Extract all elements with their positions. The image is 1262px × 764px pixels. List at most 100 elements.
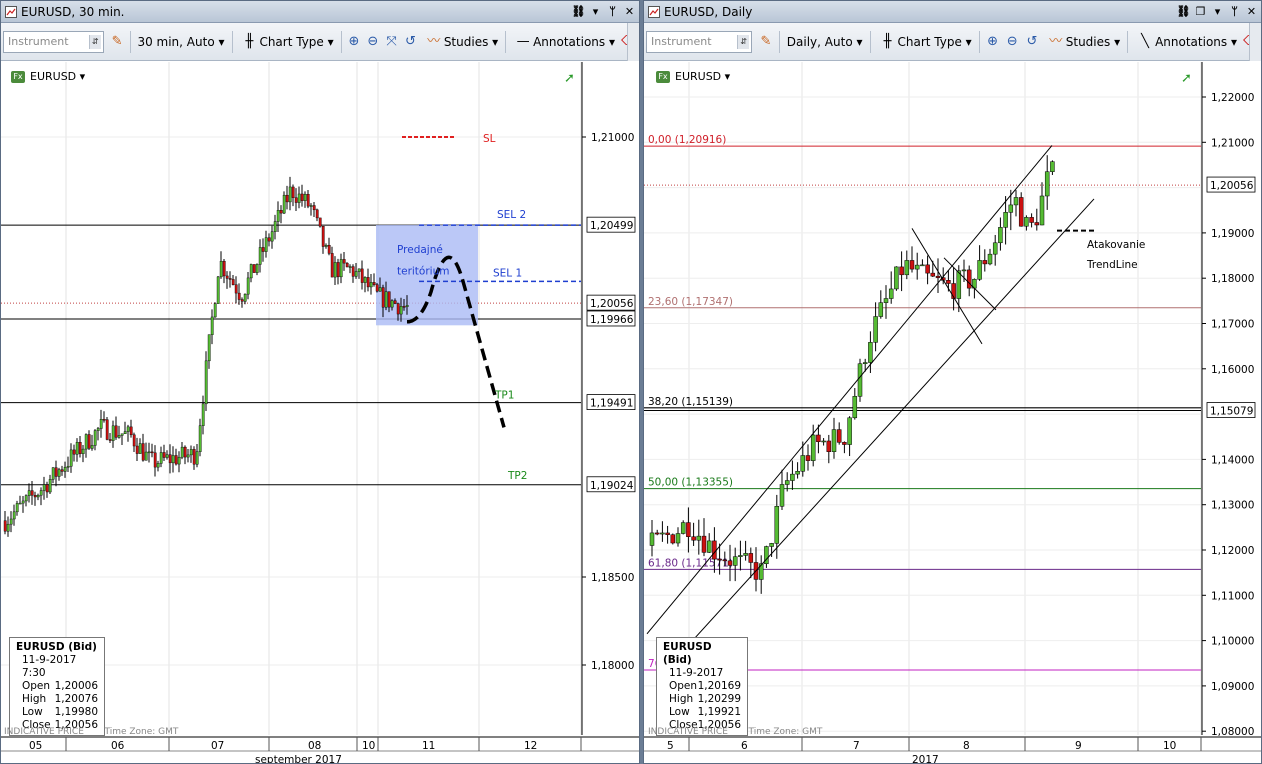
pin-icon[interactable]: ᛘ <box>1227 4 1242 19</box>
studies-menu[interactable]: 〰 Studies ▾ <box>424 34 498 50</box>
info-value: 1,20006 <box>54 680 98 692</box>
candle-body <box>270 231 274 242</box>
price-level-label: 1,20056 <box>1210 180 1254 192</box>
sel-1-label: SEL 1 <box>493 267 522 279</box>
candle-body <box>3 520 7 532</box>
candle-body <box>1003 212 1008 228</box>
candlestick-icon: ╫ <box>883 33 892 49</box>
price-tick-label: 1,16000 <box>1211 364 1254 376</box>
info-datetime: 11-9-2017 <box>669 667 724 679</box>
timezone-label: Time Zone: GMT <box>748 727 823 737</box>
info-value: 1,20076 <box>54 693 98 705</box>
candle-body <box>914 264 920 270</box>
price-level-label: 1,19491 <box>590 398 633 410</box>
candle-body <box>381 287 385 308</box>
candle-body <box>96 428 100 431</box>
zoom-out-icon[interactable]: ⊖ <box>365 34 380 50</box>
candle-body <box>665 532 670 535</box>
spin-arrows-icon[interactable]: ⇵ <box>737 34 750 49</box>
indicative-price-label: INDICATIVE PRICE <box>4 727 84 737</box>
candle-body <box>147 451 151 454</box>
candle-body <box>219 260 223 278</box>
candle-body <box>987 253 993 265</box>
candle-body <box>654 532 660 535</box>
timeframe-selector[interactable]: 30 min, Auto ▾ <box>137 35 224 49</box>
right-symbol-selector[interactable]: Fx EURUSD ▾ <box>656 70 730 83</box>
link-icon[interactable]: ⛓ <box>571 4 586 19</box>
candle-body <box>935 275 941 278</box>
toolbar-scroll[interactable] <box>627 23 639 61</box>
candle-body <box>75 442 79 455</box>
candle-body <box>39 490 43 496</box>
spin-arrows-icon[interactable]: ⇵ <box>88 34 101 49</box>
info-row: Low 1,19980 <box>16 706 98 719</box>
wizard-icon[interactable]: ✎ <box>758 34 774 50</box>
left-info-box: EURUSD (Bid) 11-9-2017 7:30 Open 1,20006 H… <box>9 637 105 736</box>
pin-icon[interactable]: ᛘ <box>605 4 620 19</box>
link-icon[interactable]: ⛓ <box>1176 4 1191 19</box>
candle-body <box>748 553 754 563</box>
studies-menu[interactable]: 〰 Studies ▾ <box>1046 34 1120 50</box>
candle-body <box>144 451 148 461</box>
auto-label: Auto <box>186 34 215 49</box>
zoom-out-icon[interactable]: ⊖ <box>1004 34 1020 50</box>
price-level-label: 1,20056 <box>590 298 634 310</box>
candle-body <box>1044 171 1050 197</box>
instrument-input[interactable]: Instrument ⇵ <box>646 30 753 53</box>
candle-body <box>303 194 307 201</box>
candle-body <box>883 298 889 303</box>
line-tool-icon: — <box>516 33 530 49</box>
fit-icon[interactable]: ⤧ <box>384 34 399 50</box>
time-tick-label: 10 <box>362 740 375 752</box>
candle-body <box>345 262 349 268</box>
instrument-input[interactable]: Instrument ⇵ <box>3 30 104 53</box>
candle-body <box>153 452 157 468</box>
candle-body <box>1050 161 1055 172</box>
chevron-down-icon[interactable]: ▾ <box>588 4 603 19</box>
info-key: Low <box>669 706 690 718</box>
price-level-label: 1,20499 <box>590 220 633 232</box>
toolbar-scroll[interactable] <box>1249 23 1261 61</box>
chart-type-menu[interactable]: ╫ Chart Type ▾ <box>878 34 972 50</box>
left-symbol-selector[interactable]: Fx EURUSD ▾ <box>11 70 85 83</box>
candle-body <box>357 268 361 272</box>
candle-body <box>930 272 936 277</box>
candle-body <box>904 260 910 276</box>
restore-icon[interactable]: ❐ <box>1193 4 1208 19</box>
candle-body <box>207 334 211 362</box>
price-tick-label: 1,18500 <box>591 572 634 584</box>
candle-body <box>210 316 214 335</box>
info-row: Open 1,20169 <box>663 680 741 693</box>
candle-body <box>192 449 196 465</box>
price-tick-label: 1,21000 <box>591 132 634 144</box>
candle-body <box>195 451 199 465</box>
candle-body <box>204 360 208 405</box>
candle-body <box>300 193 304 201</box>
price-tick-label: 1,08000 <box>1211 726 1254 738</box>
candle-body <box>156 463 160 468</box>
line-tool-icon: ╲ <box>1141 33 1149 49</box>
candle-body <box>862 362 868 364</box>
right-info-box: EURUSD (Bid) 11-9-2017 Open 1,20169 High 1,… <box>656 637 748 736</box>
zoom-in-icon[interactable]: ⊕ <box>985 34 1001 50</box>
close-icon[interactable]: ✕ <box>1244 4 1259 19</box>
undo-icon[interactable]: ↺ <box>403 34 418 50</box>
candle-body <box>9 518 13 525</box>
candle-body <box>231 279 235 285</box>
chart-type-menu[interactable]: ╫ Chart Type ▾ <box>239 34 334 50</box>
annotations-menu[interactable]: ╲ Annotations ▾ <box>1135 34 1237 50</box>
candle-body <box>45 484 49 493</box>
undo-icon[interactable]: ↺ <box>1024 34 1040 50</box>
annotations-menu[interactable]: — Annotations ▾ <box>513 34 615 50</box>
candle-body <box>90 445 94 449</box>
fibonacci-level-label: 38,20 (1,15139) <box>648 396 733 408</box>
zoom-in-icon[interactable]: ⊕ <box>347 34 362 50</box>
candle-body <box>135 445 139 454</box>
wizard-icon[interactable]: ✎ <box>110 34 125 50</box>
timeframe-selector[interactable]: Daily, Auto ▾ <box>787 35 863 49</box>
candle-body <box>712 540 717 560</box>
close-icon[interactable]: ✕ <box>622 4 637 19</box>
candle-body <box>800 455 806 472</box>
candle-body <box>680 522 686 534</box>
chevron-down-icon[interactable]: ▾ <box>1210 4 1225 19</box>
